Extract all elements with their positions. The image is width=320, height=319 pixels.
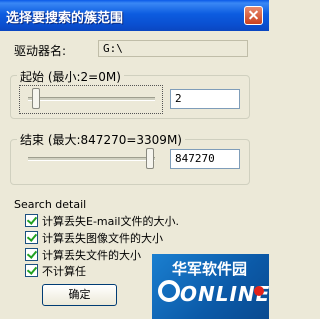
no-calc-label: 不计算任 <box>42 265 86 278</box>
watermark-globe-icon <box>158 280 180 302</box>
start-group-label: 起始 (最小:2=0M) <box>17 68 124 85</box>
end-slider-track[interactable] <box>28 157 155 161</box>
dialog-window: 选择要搜索的簇范围 驱动器名: G:\ 起始 (最小:2=0M) 2 结束 (最… <box>0 0 269 319</box>
watermark-logo: 华军软件园 ONLINE <box>152 254 269 319</box>
no-calc-checkbox[interactable] <box>25 264 38 277</box>
drive-label: 驱动器名: <box>14 44 67 58</box>
watermark-dot-icon <box>254 286 264 296</box>
start-slider-track[interactable] <box>28 97 155 101</box>
title-bar[interactable]: 选择要搜索的簇范围 <box>0 0 269 31</box>
file-size-checkbox[interactable] <box>25 248 38 261</box>
end-input[interactable]: 847270 <box>170 149 240 169</box>
image-size-checkbox[interactable] <box>25 231 38 244</box>
close-button[interactable] <box>244 6 263 25</box>
end-group-label: 结束 (最大:847270=3309M) <box>17 131 185 148</box>
end-slider-thumb[interactable] <box>146 148 154 169</box>
email-size-checkbox[interactable] <box>25 214 38 227</box>
window-title: 选择要搜索的簇范围 <box>6 11 124 26</box>
image-size-label: 计算丢失图像文件的大小 <box>42 232 163 245</box>
start-slider-thumb[interactable] <box>32 88 40 109</box>
search-detail-heading: Search detail <box>14 198 87 211</box>
watermark-cn-text: 华军软件园 <box>172 260 248 278</box>
ok-button[interactable]: 确定 <box>42 284 117 306</box>
drive-field: G:\ <box>98 40 248 57</box>
email-size-label: 计算丢失E-mail文件的大小. <box>42 215 179 228</box>
start-input[interactable]: 2 <box>170 89 240 109</box>
file-size-label: 计算丢失文件的大小 <box>42 249 141 262</box>
